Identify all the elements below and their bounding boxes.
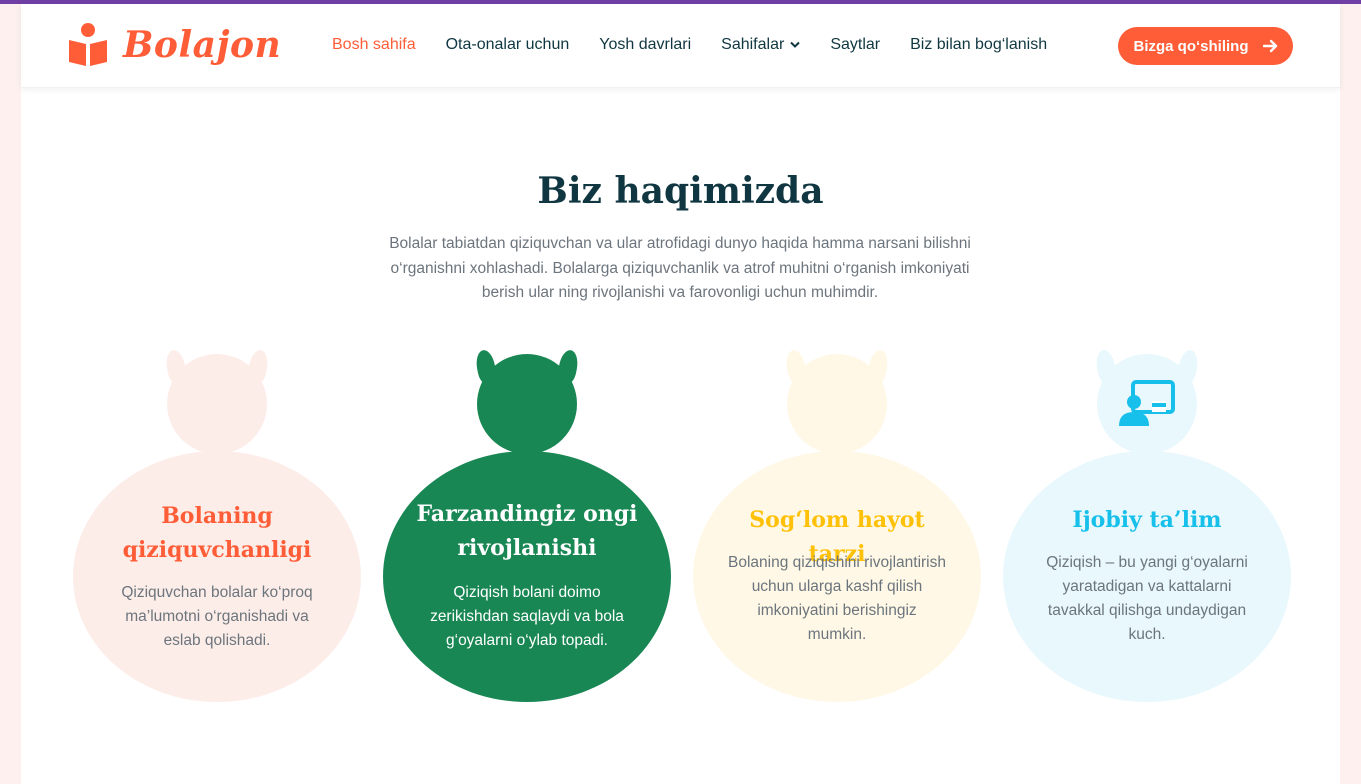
feature-card-positive-education: Ijobiy ta’lim Qiziqish – bu yangi g‘oyal…	[1003, 348, 1291, 702]
card-body: Ijobiy ta’lim Qiziqish – bu yangi g‘oyal…	[1003, 451, 1291, 702]
card-text: Qiziquvchan bolalar ko‘proq ma’lumotni o…	[121, 584, 313, 649]
card-face	[787, 354, 887, 454]
nav-item-home[interactable]: Bosh sahifa	[332, 36, 416, 54]
nav-item-pages-dropdown[interactable]: Sahifalar	[721, 36, 801, 54]
nav-item-label: Biz bilan bog‘lanish	[910, 36, 1048, 53]
card-text: Bolaning qiziqishini rivojlantirish uchu…	[728, 554, 946, 643]
card-face	[167, 354, 267, 454]
card-head	[782, 348, 892, 456]
nav-item-contact[interactable]: Biz bilan bog‘lanish	[910, 36, 1047, 54]
nav-item-sites[interactable]: Saytlar	[830, 36, 880, 54]
nav-item-label: Ota-onalar uchun	[445, 36, 570, 53]
card-title: Ijobiy ta’lim	[1072, 507, 1222, 533]
card-face	[1097, 354, 1197, 454]
card-head	[472, 348, 582, 456]
card-text: Qiziqish – bu yangi g‘oyalarni yaratadig…	[1046, 554, 1248, 643]
section-description: Bolalar tabiatdan qiziquvchan va ular at…	[389, 235, 971, 301]
card-body: Bolaning qiziquvchanligi Qiziquvchan bol…	[73, 451, 361, 702]
join-us-label: Bizga qo‘shiling	[1133, 37, 1249, 55]
nav-item-label: Bosh sahifa	[332, 36, 416, 53]
nav-item-label: Saytlar	[830, 36, 881, 53]
main-nav: Bosh sahifa Ota-onalar uchun Yosh davrla…	[332, 36, 1077, 54]
nav-item-label: Sahifalar	[721, 36, 785, 53]
card-face	[477, 354, 577, 454]
feature-card-healthy-lifestyle: Sog‘lom hayot tarzi Bolaning qiziqishini…	[693, 348, 981, 702]
join-us-button[interactable]: Bizga qo‘shiling	[1118, 27, 1293, 65]
card-title: Farzandingiz ongi rivojlanishi	[416, 501, 638, 561]
online-teacher-icon	[1119, 380, 1175, 426]
card-body: Farzandingiz ongi rivojlanishi Qiziqish …	[383, 451, 671, 702]
feature-card-curiosity: Bolaning qiziquvchanligi Qiziquvchan bol…	[73, 348, 361, 702]
brand-name: Bolajon	[123, 24, 282, 66]
card-head	[162, 348, 272, 456]
card-body: Sog‘lom hayot tarzi Bolaning qiziqishini…	[693, 451, 981, 702]
arrow-right-icon	[1262, 39, 1277, 53]
book-reader-icon	[69, 23, 107, 66]
navbar: Bolajon Bosh sahifa Ota-onalar uchun Yos…	[21, 4, 1340, 88]
card-text: Qiziqish bolani doimo zerikishdan saqlay…	[430, 584, 624, 649]
brand-logo[interactable]: Bolajon	[67, 22, 281, 68]
card-head	[1092, 348, 1202, 456]
section-title: Biz haqimizda	[537, 170, 824, 212]
nav-item-label: Yosh davrlari	[599, 36, 692, 53]
page-container: Bolajon Bosh sahifa Ota-onalar uchun Yos…	[21, 4, 1340, 784]
chevron-down-icon	[790, 41, 801, 48]
feature-card-mind-development: Farzandingiz ongi rivojlanishi Qiziqish …	[383, 348, 671, 702]
nav-item-age-periods[interactable]: Yosh davrlari	[599, 36, 691, 54]
nav-item-parents[interactable]: Ota-onalar uchun	[446, 36, 570, 54]
card-title: Bolaning qiziquvchanligi	[122, 503, 312, 563]
